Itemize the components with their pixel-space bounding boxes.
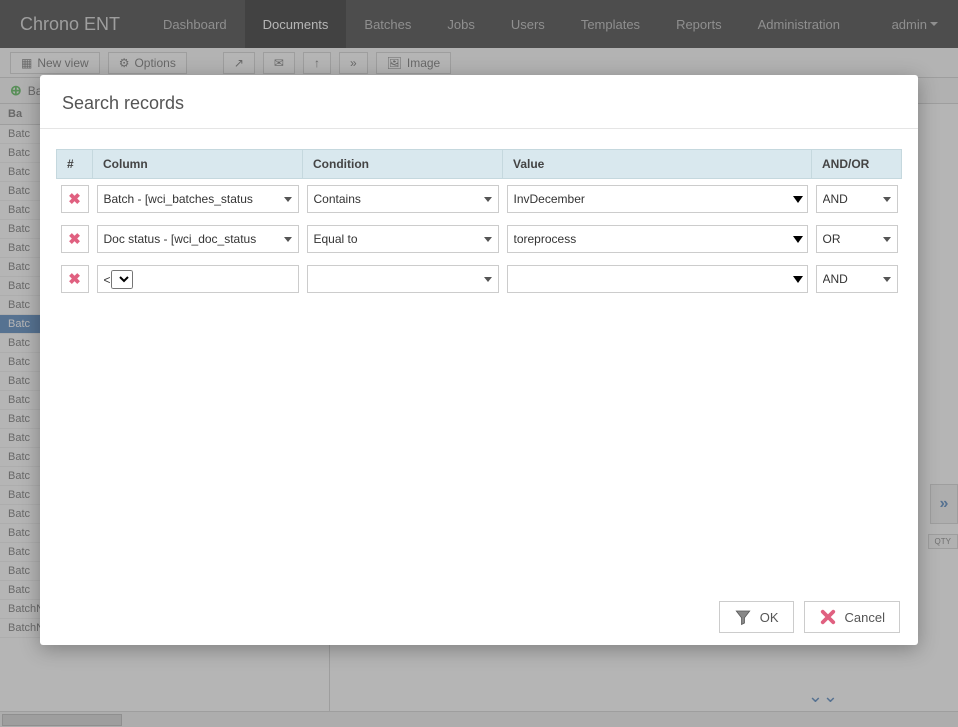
search-criteria-table: # Column Condition Value AND/OR ✖ Batch -…: [56, 149, 902, 299]
value-combo[interactable]: toreprocess: [507, 225, 808, 253]
column-select[interactable]: Doc status - [wci_doc_status: [97, 225, 299, 253]
delete-icon: ✖: [68, 190, 81, 208]
modal-footer: OK Cancel: [40, 589, 918, 645]
dropdown-arrow-icon: [883, 197, 891, 202]
header-andor: AND/OR: [812, 150, 902, 179]
delete-row-button[interactable]: ✖: [61, 225, 89, 253]
ok-label: OK: [760, 610, 779, 625]
andor-select[interactable]: AND: [816, 185, 898, 213]
header-value: Value: [503, 150, 812, 179]
delete-icon: ✖: [68, 230, 81, 248]
header-num: #: [57, 150, 93, 179]
dropdown-arrow-icon: [484, 237, 492, 242]
condition-select[interactable]: [307, 265, 499, 293]
funnel-icon: [734, 608, 752, 626]
modal-body: # Column Condition Value AND/OR ✖ Batch -…: [40, 129, 918, 589]
criteria-row: ✖ <> AND: [57, 259, 902, 299]
condition-select[interactable]: Equal to: [307, 225, 499, 253]
search-records-modal: Search records # Column Condition Value …: [40, 75, 918, 645]
dropdown-arrow-icon: [484, 197, 492, 202]
close-icon: [819, 608, 837, 626]
dropdown-arrow-icon: [484, 277, 492, 282]
value-combo[interactable]: [507, 265, 808, 293]
delete-row-button[interactable]: ✖: [61, 265, 89, 293]
dropdown-arrow-icon: [883, 277, 891, 282]
andor-select[interactable]: AND: [816, 265, 898, 293]
ok-button[interactable]: OK: [719, 601, 794, 633]
criteria-row: ✖ Doc status - [wci_doc_status Equal to tor…: [57, 219, 902, 259]
dropdown-arrow-icon: [284, 197, 292, 202]
cancel-button[interactable]: Cancel: [804, 601, 900, 633]
criteria-row: ✖ Batch - [wci_batches_status Contains InvD…: [57, 179, 902, 220]
dropdown-arrow-icon: [883, 237, 891, 242]
condition-select[interactable]: Contains: [307, 185, 499, 213]
value-combo[interactable]: InvDecember: [507, 185, 808, 213]
dropdown-arrow-icon: [793, 276, 803, 283]
dropdown-arrow-icon: [284, 237, 292, 242]
header-condition: Condition: [303, 150, 503, 179]
delete-icon: ✖: [68, 270, 81, 288]
delete-row-button[interactable]: ✖: [61, 185, 89, 213]
column-select[interactable]: <>: [97, 265, 299, 293]
modal-title: Search records: [40, 75, 918, 129]
cancel-label: Cancel: [845, 610, 885, 625]
dropdown-arrow-icon: [793, 196, 803, 203]
andor-select[interactable]: OR: [816, 225, 898, 253]
dropdown-arrow-icon: [793, 236, 803, 243]
header-column: Column: [93, 150, 303, 179]
column-select[interactable]: Batch - [wci_batches_status: [97, 185, 299, 213]
